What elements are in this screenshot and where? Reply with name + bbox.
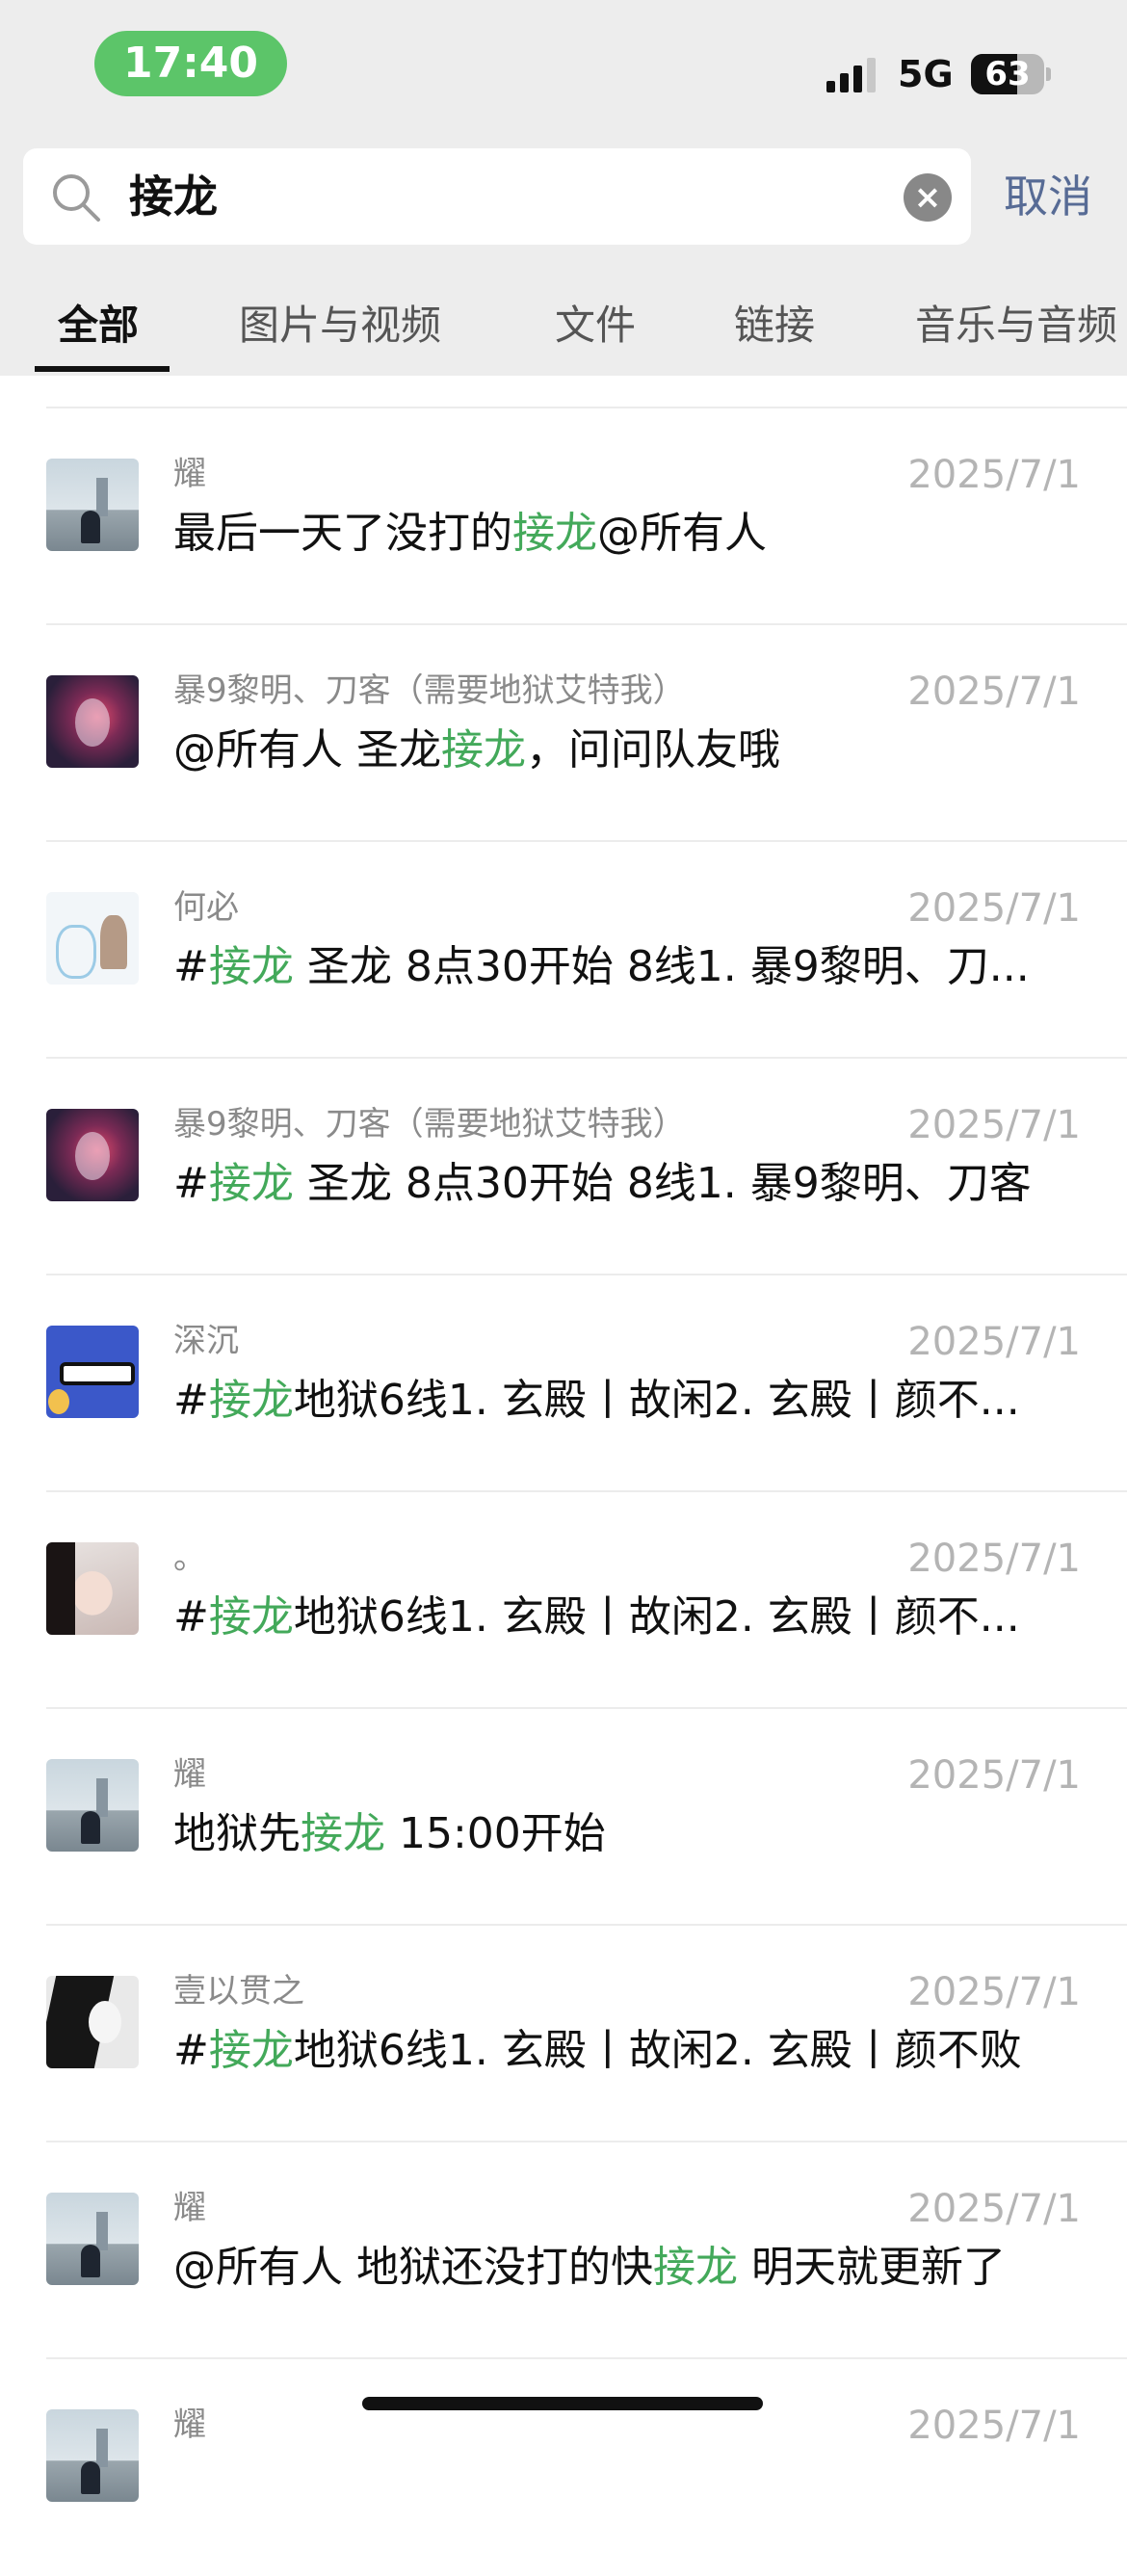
- avatar[interactable]: [46, 675, 139, 768]
- avatar[interactable]: [46, 2409, 139, 2502]
- keyword-highlight: 接龙: [512, 509, 597, 558]
- search-bar[interactable]: 接龙 ×: [23, 148, 971, 245]
- sender-name: 耀: [173, 455, 206, 493]
- tab-links[interactable]: 链接: [734, 297, 815, 355]
- top-area: 17:40 5G 63 接龙 × 取消 全部 图片与视频 文件 链接 音乐与音频: [0, 0, 1127, 376]
- message-date: 2025/7/1: [907, 453, 1081, 497]
- keyword-highlight: 接龙: [441, 725, 526, 775]
- keyword-highlight: 接龙: [653, 2243, 738, 2292]
- search-icon: [53, 174, 100, 222]
- battery-level: 63: [984, 55, 1031, 93]
- avatar[interactable]: [46, 1326, 139, 1418]
- avatar[interactable]: [46, 1976, 139, 2068]
- message-snippet: 地狱先接龙 15:00开始: [173, 1809, 606, 1858]
- sender-name: 深沉: [173, 1322, 239, 1360]
- sender-name: 耀: [173, 2189, 206, 2227]
- message-snippet: 最后一天了没打的接龙@所有人: [173, 509, 767, 558]
- tab-files[interactable]: 文件: [555, 297, 636, 355]
- sender-name: 暴9黎明、刀客（需要地狱艾特我）: [173, 1105, 686, 1143]
- sender-name: 。: [173, 1538, 206, 1577]
- result-item[interactable]: 暴9黎明、刀客（需要地狱艾特我） 2025/7/1 #接龙 圣龙 8点30开始 …: [0, 1059, 1127, 1275]
- keyword-highlight: 接龙: [208, 2026, 294, 2075]
- sender-name: 耀: [173, 2405, 206, 2444]
- active-tab-indicator: [35, 366, 170, 372]
- result-item[interactable]: 。 2025/7/1 #接龙地狱6线1. 玄殿丨故闲2. 玄殿丨颜不...: [0, 1492, 1127, 1709]
- search-results: 耀 2025/7/1 最后一天了没打的接龙@所有人 暴9黎明、刀客（需要地狱艾特…: [0, 408, 1127, 2576]
- tab-music-audio[interactable]: 音乐与音频: [915, 297, 1117, 355]
- message-snippet: #接龙地狱6线1. 玄殿丨故闲2. 玄殿丨颜不败: [173, 2026, 1022, 2075]
- message-snippet: #接龙 圣龙 8点30开始 8线1. 暴9黎明、刀...: [173, 942, 1030, 991]
- message-date: 2025/7/1: [907, 886, 1081, 931]
- search-input[interactable]: 接龙: [129, 148, 900, 245]
- message-date: 2025/7/1: [907, 1753, 1081, 1798]
- message-snippet: #接龙地狱6线1. 玄殿丨故闲2. 玄殿丨颜不...: [173, 1376, 1020, 1425]
- avatar[interactable]: [46, 2193, 139, 2285]
- avatar[interactable]: [46, 1109, 139, 1201]
- keyword-highlight: 接龙: [208, 942, 294, 991]
- sender-name: 壹以贯之: [173, 1972, 304, 2011]
- message-date: 2025/7/1: [907, 1537, 1081, 1581]
- result-item[interactable]: 耀 2025/7/1 最后一天了没打的接龙@所有人: [0, 408, 1127, 625]
- message-date: 2025/7/1: [907, 2187, 1081, 2231]
- battery-icon: 63: [971, 54, 1044, 94]
- message-date: 2025/7/1: [907, 670, 1081, 714]
- network-type: 5G: [898, 53, 954, 95]
- battery-tip: [1046, 67, 1051, 81]
- message-snippet: @所有人 圣龙接龙，问问队友哦: [173, 725, 780, 775]
- home-indicator[interactable]: [362, 2397, 763, 2410]
- result-item[interactable]: 耀 2025/7/1: [0, 2359, 1127, 2576]
- result-item[interactable]: 何必 2025/7/1 #接龙 圣龙 8点30开始 8线1. 暴9黎明、刀...: [0, 842, 1127, 1059]
- status-time[interactable]: 17:40: [94, 31, 287, 96]
- message-date: 2025/7/1: [907, 1320, 1081, 1364]
- sender-name: 何必: [173, 888, 239, 927]
- result-item[interactable]: 耀 2025/7/1 @所有人 地狱还没打的快接龙 明天就更新了: [0, 2142, 1127, 2359]
- message-snippet: #接龙 圣龙 8点30开始 8线1. 暴9黎明、刀客: [173, 1159, 1032, 1208]
- message-date: 2025/7/1: [907, 1103, 1081, 1147]
- cancel-button[interactable]: 取消: [1004, 164, 1092, 229]
- tab-all[interactable]: 全部: [58, 297, 139, 355]
- keyword-highlight: 接龙: [301, 1809, 385, 1858]
- tab-images-videos[interactable]: 图片与视频: [239, 297, 441, 355]
- message-snippet: #接龙地狱6线1. 玄殿丨故闲2. 玄殿丨颜不...: [173, 1592, 1020, 1642]
- keyword-highlight: 接龙: [208, 1592, 294, 1642]
- filter-tabs: 全部 图片与视频 文件 链接 音乐与音频: [0, 289, 1127, 376]
- result-item[interactable]: 深沉 2025/7/1 #接龙地狱6线1. 玄殿丨故闲2. 玄殿丨颜不...: [0, 1275, 1127, 1492]
- avatar[interactable]: [46, 459, 139, 551]
- avatar[interactable]: [46, 1759, 139, 1852]
- keyword-highlight: 接龙: [208, 1376, 294, 1425]
- clear-icon[interactable]: ×: [904, 173, 952, 222]
- message-date: 2025/7/1: [907, 1970, 1081, 2014]
- avatar[interactable]: [46, 1542, 139, 1635]
- keyword-highlight: 接龙: [208, 1159, 294, 1208]
- result-item[interactable]: 耀 2025/7/1 地狱先接龙 15:00开始: [0, 1709, 1127, 1926]
- signal-icon: [826, 58, 876, 92]
- result-item[interactable]: 暴9黎明、刀客（需要地狱艾特我） 2025/7/1 @所有人 圣龙接龙，问问队友…: [0, 625, 1127, 842]
- message-date: 2025/7/1: [907, 2404, 1081, 2448]
- sender-name: 暴9黎明、刀客（需要地狱艾特我）: [173, 671, 686, 710]
- result-item[interactable]: 壹以贯之 2025/7/1 #接龙地狱6线1. 玄殿丨故闲2. 玄殿丨颜不败: [0, 1926, 1127, 2142]
- sender-name: 耀: [173, 1755, 206, 1794]
- message-snippet: @所有人 地狱还没打的快接龙 明天就更新了: [173, 2243, 1006, 2292]
- avatar[interactable]: [46, 892, 139, 985]
